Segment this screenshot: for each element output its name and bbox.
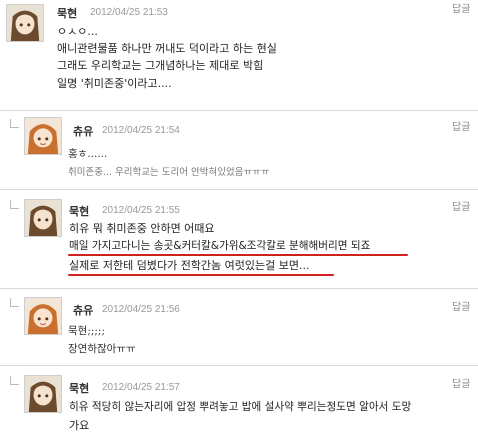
- reply-button[interactable]: 답글: [452, 198, 470, 213]
- avatar-image-orange-hair: [25, 298, 61, 334]
- avatar[interactable]: [24, 297, 62, 335]
- comment-item: 묵현 2012/04/25 21:53 답글 ㅇㅅㅇ... 애니관련물품 하나만…: [0, 0, 478, 108]
- comment-item: 묵현 2012/04/25 21:57 답글 히유 적당히 않는자리에 압정 뿌…: [0, 366, 478, 443]
- comment-date: 2012/04/25 21:53: [90, 7, 168, 18]
- comment-author[interactable]: 츄유: [73, 123, 93, 139]
- avatar[interactable]: [24, 199, 62, 237]
- comment-text-line: 실제로 저한테 덤볐다가 전학간놈 여럿있는걸 보면...: [69, 259, 310, 272]
- reply-button[interactable]: 답글: [452, 118, 470, 133]
- highlight-underline: [68, 274, 334, 276]
- reply-comment-item: 츄유 2012/04/25 21:56 답글 묵현;;;;; 장연하잖아ㅠㅠ: [0, 289, 478, 363]
- highlight-underline: [68, 254, 408, 256]
- comment-text-line: 장연하잖아ㅠㅠ: [68, 343, 136, 355]
- reply-button[interactable]: 답글: [452, 0, 470, 15]
- reply-comment-item: 츄유 2012/04/25 21:54 답글 홍ㅎ...... 취미존중... …: [0, 111, 478, 189]
- comment-text-line: 매일 가지고다니는 송곳&커터칼&가위&조각칼로 분해해버리면 되죠: [69, 240, 371, 252]
- avatar-image-brown-hair: [25, 376, 61, 412]
- avatar[interactable]: [24, 117, 62, 155]
- comment-text-line: 일명 '취미존중'이라고....: [57, 77, 172, 90]
- avatar-image-brown-hair: [7, 5, 43, 41]
- comment-text-line: ㅇㅅㅇ...: [57, 25, 98, 38]
- reply-indent-icon: [10, 298, 19, 307]
- reply-indent-icon: [10, 119, 19, 128]
- reply-button[interactable]: 답글: [452, 298, 470, 313]
- comment-author[interactable]: 묵현: [69, 203, 89, 219]
- avatar-image-brown-hair: [25, 200, 61, 236]
- comment-text-line: 가요: [69, 419, 90, 432]
- comment-author[interactable]: 묵현: [57, 5, 77, 21]
- comment-text-line: 히유 뭐 취미존중 안하면 어때요: [69, 222, 215, 235]
- comment-text-line: 그래도 우리학교는 그개념하나는 제대로 박힘: [57, 59, 264, 72]
- comment-item: 묵현 2012/04/25 21:55 답글 히유 뭐 취미존중 안하면 어때요…: [0, 190, 478, 288]
- avatar-image-orange-hair: [25, 118, 61, 154]
- comment-author[interactable]: 묵현: [69, 380, 89, 396]
- comment-text-line: 히유 적당히 않는자리에 압정 뿌려놓고 밥에 설사약 뿌리는정도면 알아서 도…: [69, 401, 412, 413]
- comment-text-line: 취미존중... 우리학교는 도리어 안박혀있었음ㅠㅠㅠ: [68, 167, 270, 178]
- comment-text-line: 애니관련물품 하나만 꺼내도 덕이라고 하는 현실: [57, 42, 277, 55]
- comment-date: 2012/04/25 21:55: [102, 205, 180, 216]
- reply-indent-icon: [10, 200, 19, 209]
- comment-author[interactable]: 츄유: [73, 302, 93, 318]
- avatar[interactable]: [24, 375, 62, 413]
- comment-date: 2012/04/25 21:57: [102, 382, 180, 393]
- comment-date: 2012/04/25 21:56: [102, 304, 180, 315]
- comment-text-line: 홍ㅎ......: [68, 148, 108, 160]
- comment-date: 2012/04/25 21:54: [102, 125, 180, 136]
- reply-button[interactable]: 답글: [452, 375, 470, 390]
- reply-indent-icon: [10, 376, 19, 385]
- avatar[interactable]: [6, 4, 44, 42]
- comment-text-line: 묵현;;;;;: [68, 325, 106, 337]
